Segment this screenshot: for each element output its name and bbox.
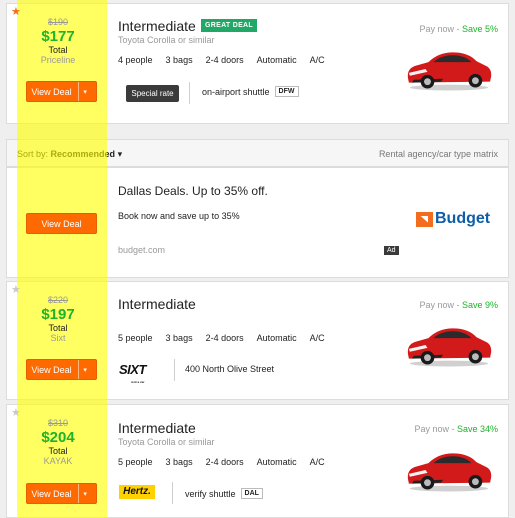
ad-subtitle: Book now and save up to 35%: [118, 211, 240, 221]
ad-url[interactable]: budget.com: [118, 245, 165, 255]
view-deal-button[interactable]: View Deal ▾: [26, 483, 97, 504]
great-deal-badge: GREAT DEAL: [201, 19, 257, 32]
special-rate-tag: Special rate: [126, 85, 179, 102]
ad-tag: Ad: [384, 246, 399, 255]
budget-logo-icon: [416, 211, 433, 227]
old-price: $190: [47, 17, 69, 27]
pickup-text: verify shuttle: [185, 488, 236, 499]
car-image: [407, 328, 492, 367]
car-image: [407, 52, 492, 91]
pay-now-label: Pay now - Save 34%: [414, 424, 498, 434]
pay-now-text: Pay now -: [419, 300, 462, 310]
airport-code-tag: DFW: [274, 86, 299, 97]
view-deal-button[interactable]: View Deal: [26, 213, 97, 234]
view-deal-button[interactable]: View Deal ▾: [26, 359, 97, 380]
pay-now-label: Pay now - Save 9%: [419, 300, 498, 310]
spec-people: 5 people: [118, 457, 153, 467]
sort-label: Sort by:: [17, 149, 49, 159]
chevron-down-icon[interactable]: ▾: [77, 484, 92, 503]
car-specs: 5 people 3 bags 2-4 doors Automatic A/C: [118, 333, 338, 343]
favorite-star-icon[interactable]: ★: [11, 6, 21, 18]
divider: [172, 482, 173, 504]
save-percent: Save 5%: [461, 24, 498, 34]
car-model: Toyota Corolla or similar: [118, 35, 215, 45]
spec-doors: 2-4 doors: [205, 457, 244, 467]
favorite-star-icon[interactable]: ★: [11, 407, 21, 419]
spec-ac: A/C: [309, 457, 325, 467]
pickup-location: 400 North Olive Street: [185, 364, 274, 374]
chevron-down-icon[interactable]: ▾: [118, 149, 123, 159]
save-percent: Save 9%: [461, 300, 498, 310]
spec-people: 4 people: [118, 55, 153, 65]
view-deal-label: View Deal: [31, 364, 72, 375]
sort-dropdown[interactable]: Sort by: Recommended ▾: [17, 149, 122, 160]
price-block: $220 $197 Total Sixt: [19, 295, 97, 344]
car-specs: 4 people 3 bags 2-4 doors Automatic A/C: [118, 55, 338, 65]
pickup-location: on-airport shuttle DFW: [202, 86, 299, 97]
budget-logo-text: Budget: [435, 210, 491, 227]
ad-title[interactable]: Dallas Deals. Up to 35% off.: [118, 184, 268, 198]
spec-transmission: Automatic: [256, 457, 297, 467]
divider: [174, 359, 175, 381]
spec-doors: 2-4 doors: [205, 333, 244, 343]
old-price: $220: [47, 295, 69, 305]
sort-bar: Sort by: Recommended ▾ Rental agency/car…: [6, 139, 509, 167]
chevron-down-icon[interactable]: ▾: [77, 360, 92, 379]
pickup-location: verify shuttle DAL: [185, 488, 263, 499]
price: $177: [41, 28, 75, 45]
favorite-star-icon[interactable]: ★: [11, 284, 21, 296]
spec-bags: 3 bags: [165, 333, 193, 343]
pay-now-label: Pay now - Save 5%: [419, 24, 498, 34]
spec-doors: 2-4 doors: [205, 55, 244, 65]
car-model: Toyota Corolla or similar: [118, 437, 215, 447]
matrix-link[interactable]: Rental agency/car type matrix: [379, 149, 498, 159]
airport-code-tag: DAL: [240, 488, 263, 499]
view-deal-label: View Deal: [31, 86, 72, 97]
spec-ac: A/C: [309, 55, 325, 65]
sort-value[interactable]: Recommended: [51, 149, 116, 159]
chevron-down-icon[interactable]: ▾: [77, 82, 92, 101]
budget-logo: Budget: [416, 210, 490, 228]
price: $197: [41, 306, 75, 323]
hertz-logo: Hertz.: [119, 485, 155, 499]
divider: [189, 82, 190, 104]
spec-bags: 3 bags: [165, 55, 193, 65]
provider-name: KAYAK: [43, 456, 73, 466]
car-image: [407, 453, 492, 492]
sixt-logo-tagline: rent a car: [131, 380, 145, 384]
view-deal-label: View Deal: [31, 488, 72, 499]
old-price: $310: [47, 418, 69, 428]
pay-now-text: Pay now -: [419, 24, 462, 34]
pickup-text: on-airport shuttle: [202, 86, 270, 97]
spec-transmission: Automatic: [256, 333, 297, 343]
price-label: Total: [48, 446, 68, 456]
car-specs: 5 people 3 bags 2-4 doors Automatic A/C: [118, 457, 338, 467]
car-class-title: Intermediate: [118, 420, 196, 436]
save-percent: Save 34%: [456, 424, 498, 434]
price-block: $190 $177 Total Priceline: [19, 17, 97, 66]
spec-ac: A/C: [309, 333, 325, 343]
pickup-text: 400 North Olive Street: [185, 364, 275, 374]
spec-people: 5 people: [118, 333, 153, 343]
sixt-logo: SIXT rent a car: [119, 362, 159, 384]
price-block: $310 $204 Total KAYAK: [19, 418, 97, 467]
price: $204: [41, 429, 75, 446]
provider-name: Priceline: [40, 55, 76, 65]
car-class-title: Intermediate: [118, 296, 196, 312]
spec-transmission: Automatic: [256, 55, 297, 65]
spec-bags: 3 bags: [165, 457, 193, 467]
price-label: Total: [48, 45, 68, 55]
view-deal-label: View Deal: [41, 218, 82, 229]
view-deal-button[interactable]: View Deal ▾: [26, 81, 97, 102]
price-label: Total: [48, 323, 68, 333]
car-class-title: Intermediate: [118, 18, 196, 34]
pay-now-text: Pay now -: [414, 424, 457, 434]
provider-name: Sixt: [50, 333, 66, 343]
